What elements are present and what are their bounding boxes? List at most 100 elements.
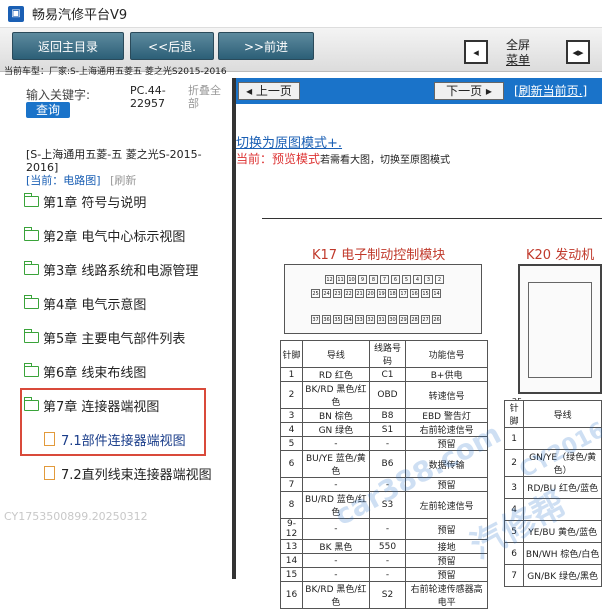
table-cell: 6: [280, 450, 303, 478]
connector-pin: 35: [333, 315, 342, 324]
table-row: 7 GN/BK 绿色/黑色: [503, 564, 602, 587]
split-view-icon[interactable]: ◂▸: [566, 40, 590, 64]
tree-chapter-3[interactable]: 第3章 线路系统和电源管理: [24, 258, 198, 280]
tree-chapter-6[interactable]: 第6章 线束布线图: [24, 360, 146, 382]
connector-pin: 24: [322, 289, 331, 298]
title-bar: ▣ 畅易汽修平台V9: [0, 0, 602, 28]
k17-pin-table: 针脚 导线 线路号码 功能信号 1 RD 红色 C1 B+供电 2 BK/RD 黑色/红色…: [280, 340, 488, 609]
table-cell: 3: [503, 476, 525, 499]
table-row: 1 RD 红色 C1 B+供电: [280, 367, 488, 382]
connector-pin: 26: [432, 315, 441, 324]
connector-pin: 16: [410, 289, 419, 298]
k17-connector-diagram: 12 11 10 9 8 7 6 5 4 3 2 25 24 23 22 21 20 19 18 17 16 15 14 37…: [284, 264, 482, 334]
table-cell: 预留: [405, 567, 488, 582]
table-cell: 8: [280, 491, 303, 519]
col-header: 针脚: [503, 400, 525, 428]
fullscreen-menu-label[interactable]: 全屏 菜单: [506, 38, 530, 68]
k20-connector-diagram: 25: [512, 264, 602, 406]
collapse-panel-icon[interactable]: ◂: [464, 40, 488, 64]
next-page-button[interactable]: 下一页 ▸: [434, 82, 504, 100]
tree-chapter-2[interactable]: 第2章 电气中心标示视图: [24, 224, 185, 246]
table-cell: B+供电: [405, 367, 488, 382]
current-mode: 当前：预览模式若需看大图，切换至原图模式: [236, 150, 450, 167]
model-name: [S-上海通用五菱-五 菱之光S-2015-2016]: [26, 148, 202, 174]
tree-label: 第4章 电气示意图: [43, 297, 147, 313]
connector-pin: 22: [344, 289, 353, 298]
prev-page-button[interactable]: ◂ 上一页: [238, 82, 300, 100]
tree-label: 第3章 线路系统和电源管理: [43, 263, 199, 279]
document-icon: [44, 466, 55, 480]
app-logo-icon: ▣: [8, 5, 24, 22]
connector-pin: 5: [402, 275, 411, 284]
table-cell: B8: [368, 408, 407, 423]
machine-id: CY1753500899.20250312: [4, 510, 148, 523]
tree-label: 第5章 主要电气部件列表: [43, 331, 186, 347]
table-cell: 1: [280, 367, 303, 382]
table-cell: 接地: [405, 539, 488, 554]
home-button[interactable]: 返回主目录: [12, 32, 124, 60]
prev-label: 上一页: [255, 84, 292, 98]
table-cell: -: [301, 477, 370, 492]
connector-pin: 25: [311, 289, 320, 298]
table-cell: -: [368, 567, 407, 582]
table-row: 6 BU/YE 蓝色/黄色 B6 数据传输: [280, 450, 488, 478]
table-cell: 7: [503, 564, 525, 587]
table-cell: 预留: [405, 518, 488, 540]
table-cell: 4: [280, 422, 303, 437]
table-row: 4 GN 绿色 S1 右前轮速信号: [280, 422, 488, 437]
back-button[interactable]: <<后退.: [130, 32, 214, 60]
table-cell: BK/RD 黑色/红色: [301, 581, 370, 609]
table-cell: -: [301, 567, 370, 582]
table-cell: 5: [503, 520, 525, 543]
tree-chapter-1[interactable]: 第1章 符号与说明: [24, 190, 146, 212]
forward-button[interactable]: >>前进: [218, 32, 314, 60]
table-row: 13 BK 黑色 550 接地: [280, 539, 488, 554]
collapse-all-link[interactable]: 折叠全部: [188, 84, 228, 110]
table-cell: GN 绿色: [301, 422, 370, 437]
table-cell: 1: [503, 427, 525, 450]
table-cell: RD/BU 红色/蓝色: [523, 476, 602, 499]
table-cell: GN/YE（绿色/黄色）: [523, 449, 602, 477]
search-code: PC.44-22957: [130, 84, 166, 110]
table-row: 6 BN/WH 棕色/白色: [503, 542, 602, 565]
table-cell: 9-12: [280, 518, 303, 540]
connector-pin: 14: [432, 289, 441, 298]
col-header: 功能信号: [405, 340, 488, 368]
current-mode-label: 当前：预览模式: [236, 152, 321, 166]
connector-pin: 17: [399, 289, 408, 298]
table-cell: 预留: [405, 477, 488, 492]
table-cell: 6: [503, 542, 525, 565]
table-cell: 13: [280, 539, 303, 554]
table-cell: S2: [368, 581, 407, 609]
connector-pin: 4: [413, 275, 422, 284]
tree-subitem-7-2[interactable]: 7.2直列线束连接器端视图: [44, 462, 212, 484]
table-row: 3 RD/BU 红色/蓝色: [503, 476, 602, 499]
table-cell: 14: [280, 553, 303, 568]
col-header: 导线: [523, 400, 602, 428]
connector-pin: 9: [358, 275, 367, 284]
table-cell: 转速信号: [405, 381, 488, 409]
table-cell: 3: [280, 408, 303, 423]
connector-pin: 19: [377, 289, 386, 298]
connector-pin: 36: [322, 315, 331, 324]
table-cell: OBD: [368, 381, 407, 409]
tree-chapter-5[interactable]: 第5章 主要电气部件列表: [24, 326, 185, 348]
table-row: 16 BK/RD 黑色/红色 S2 右前轮速传感器高电平: [280, 581, 488, 609]
table-row: 15- - 预留: [280, 567, 488, 582]
connector-pin: 21: [355, 289, 364, 298]
table-cell: -: [368, 477, 407, 492]
window-title: 畅易汽修平台V9: [32, 8, 128, 23]
refresh-link[interactable]: [刷新: [110, 174, 136, 187]
search-label: 输入关键字:: [26, 88, 91, 102]
connector-pin: 2: [435, 275, 444, 284]
refresh-current-link[interactable]: [刷新当前页.]: [514, 82, 587, 99]
page-nav-bar: ◂ 上一页 下一页 ▸ [刷新当前页.]: [236, 78, 602, 104]
tree-chapter-4[interactable]: 第4章 电气示意图: [24, 292, 146, 314]
k20-pin-table: 针脚 导线 1 2 GN/YE（绿色/黄色） 3 RD/BU 红色/蓝色 4 5 YE/BU …: [503, 400, 602, 587]
table-cell: BU/RD 蓝色/红色: [301, 491, 370, 519]
col-header: 导线: [301, 340, 370, 368]
table-cell: -: [301, 553, 370, 568]
table-cell: BK/RD 黑色/红色: [301, 381, 370, 409]
search-button[interactable]: 查询: [26, 102, 70, 118]
switch-mode-link[interactable]: 切换为原图模式+.: [236, 132, 342, 151]
